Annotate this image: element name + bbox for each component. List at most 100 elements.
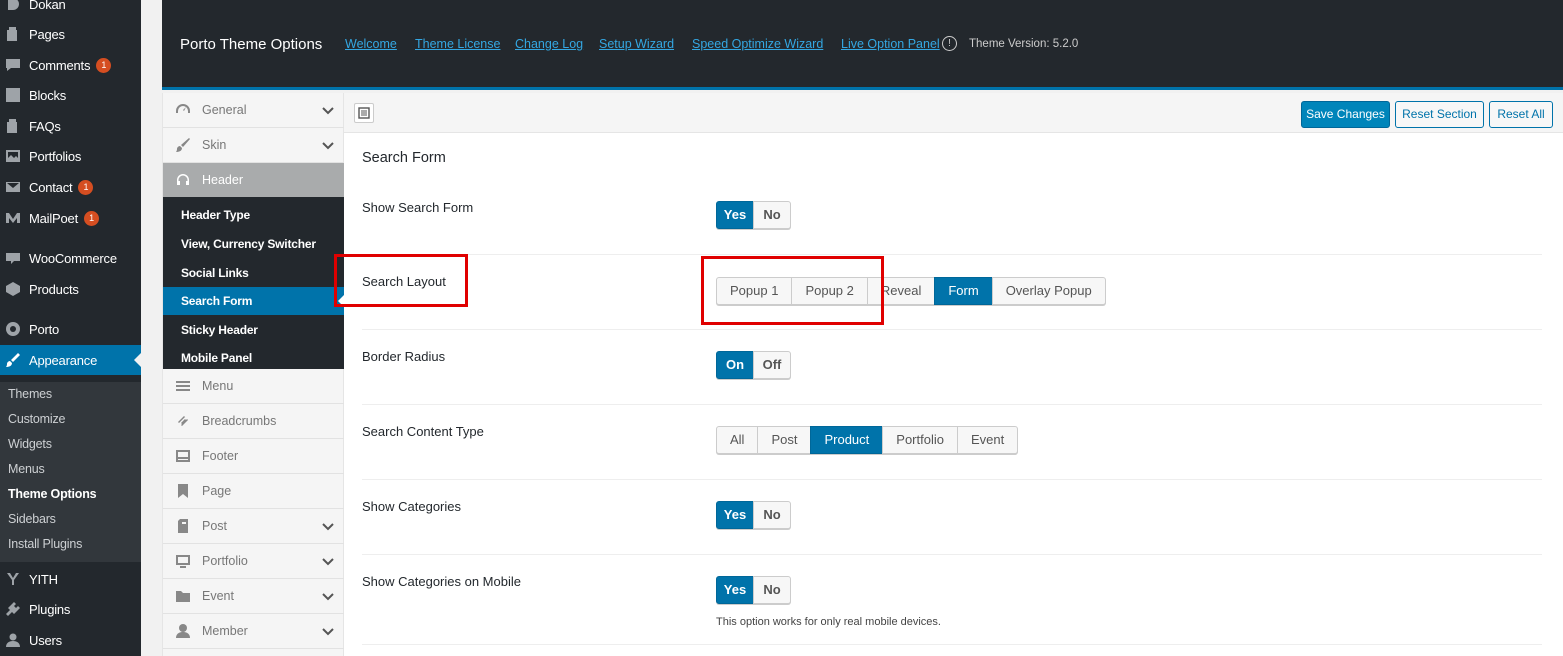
yes-button[interactable]: Yes: [716, 576, 754, 604]
submenu-install-plugins[interactable]: Install Plugins: [8, 537, 82, 551]
wp-menu-label: Dokan: [29, 0, 66, 12]
change-log-link[interactable]: Change Log: [515, 37, 583, 51]
setup-wizard-link[interactable]: Setup Wizard: [599, 37, 674, 51]
pages-icon: [5, 26, 21, 42]
nav-menu[interactable]: Menu: [163, 369, 344, 404]
chevron-down-icon[interactable]: [322, 555, 334, 567]
form-button[interactable]: Form: [934, 277, 993, 305]
blocks-icon: [5, 87, 21, 103]
plugins-icon: [5, 601, 21, 617]
wp-menu-label: WooCommerce: [29, 250, 117, 266]
nav-label: Breadcrumbs: [202, 414, 277, 428]
nav-footer[interactable]: Footer: [163, 439, 344, 474]
mailpoet-count-badge: 1: [83, 210, 99, 226]
reset-section-button[interactable]: Reset Section: [1395, 101, 1484, 128]
link-icon: [174, 412, 192, 430]
nav-post[interactable]: Post: [163, 509, 344, 544]
appearance-icon: [5, 352, 21, 368]
wp-menu-portfolios[interactable]: Portfolios: [0, 141, 141, 171]
welcome-link[interactable]: Welcome: [345, 37, 397, 51]
nav-general[interactable]: General: [163, 93, 344, 128]
post-button[interactable]: Post: [757, 426, 812, 454]
wp-menu-mailpoet[interactable]: MailPoet 1: [0, 203, 141, 233]
subnav-search-form[interactable]: Search Form: [163, 287, 344, 315]
expand-options-icon[interactable]: [354, 103, 374, 123]
submenu-themes[interactable]: Themes: [8, 387, 52, 401]
wp-menu-contact[interactable]: Contact 1: [0, 172, 141, 202]
yes-button[interactable]: Yes: [716, 201, 754, 229]
wp-menu-blocks[interactable]: Blocks: [0, 80, 141, 110]
dokan-icon: [5, 0, 21, 12]
submenu-customize[interactable]: Customize: [8, 412, 65, 426]
submenu-sidebars[interactable]: Sidebars: [8, 512, 56, 526]
nav-page[interactable]: Page: [163, 474, 344, 509]
option-row-show-categories: Show Categories Yes No: [362, 480, 1542, 555]
option-label: Show Categories on Mobile: [362, 574, 521, 589]
wp-menu-woocommerce[interactable]: WooCommerce: [0, 243, 141, 273]
chevron-down-icon[interactable]: [322, 104, 334, 116]
subnav-mobile-panel[interactable]: Mobile Panel: [163, 344, 344, 372]
comments-count-badge: 1: [96, 57, 112, 73]
chevron-down-icon[interactable]: [322, 590, 334, 602]
nav-portfolio[interactable]: Portfolio: [163, 544, 344, 579]
menu-icon: [174, 377, 192, 395]
overlay-popup-button[interactable]: Overlay Popup: [991, 277, 1106, 305]
off-button[interactable]: Off: [753, 351, 791, 379]
all-button[interactable]: All: [716, 426, 759, 454]
wp-menu-products[interactable]: Products: [0, 274, 141, 304]
mailpoet-icon: [5, 210, 21, 226]
wp-menu-porto[interactable]: Porto: [0, 314, 141, 344]
nav-breadcrumbs[interactable]: Breadcrumbs: [163, 404, 344, 439]
save-changes-button[interactable]: Save Changes: [1301, 101, 1390, 128]
options-panel: General Skin Header Header Type View, Cu…: [162, 93, 1563, 656]
subnav-sticky-header[interactable]: Sticky Header: [163, 316, 344, 344]
submenu-theme-options[interactable]: Theme Options: [8, 487, 97, 501]
option-row-show-search-form: Show Search Form Yes No: [362, 183, 1542, 255]
nav-label: Post: [202, 519, 228, 533]
wp-menu-yith[interactable]: YITH: [0, 564, 141, 594]
wp-menu-plugins[interactable]: Plugins: [0, 594, 141, 624]
reset-all-button[interactable]: Reset All: [1489, 101, 1553, 128]
option-row-search-content-type: Search Content Type All Post Product Por…: [362, 405, 1542, 480]
portfolio-button[interactable]: Portfolio: [882, 426, 958, 454]
product-button[interactable]: Product: [810, 426, 884, 454]
option-label: Show Categories: [362, 499, 461, 514]
section-title: Search Form: [362, 150, 446, 166]
chevron-down-icon[interactable]: [322, 520, 334, 532]
subnav-header-type[interactable]: Header Type: [163, 201, 344, 229]
wp-menu-pages[interactable]: Pages: [0, 19, 141, 49]
chevron-down-icon[interactable]: [322, 139, 334, 151]
no-button[interactable]: No: [753, 576, 791, 604]
nav-event[interactable]: Event: [163, 579, 344, 614]
submenu-menus[interactable]: Menus: [8, 462, 45, 476]
chevron-down-icon[interactable]: [322, 625, 334, 637]
nav-skin[interactable]: Skin: [163, 128, 344, 163]
bookmark-icon: [174, 482, 192, 500]
wp-menu-label: Products: [29, 281, 79, 297]
no-button[interactable]: No: [753, 201, 791, 229]
wp-menu-comments[interactable]: Comments 1: [0, 50, 141, 80]
event-button[interactable]: Event: [956, 426, 1019, 454]
wp-menu-dokan[interactable]: Dokan: [0, 0, 141, 19]
yes-button[interactable]: Yes: [716, 501, 754, 529]
subnav-social-links[interactable]: Social Links: [163, 259, 344, 287]
nav-header[interactable]: Header: [163, 163, 344, 198]
no-button[interactable]: No: [753, 501, 791, 529]
nav-member[interactable]: Member: [163, 614, 344, 649]
nav-label: Header: [202, 173, 243, 187]
submenu-widgets[interactable]: Widgets: [8, 437, 52, 451]
wp-menu-label: Portfolios: [29, 148, 82, 164]
live-option-panel-link[interactable]: Live Option Panel: [841, 37, 940, 51]
wp-menu-faqs[interactable]: FAQs: [0, 111, 141, 141]
nav-label: Footer: [202, 449, 239, 463]
on-button[interactable]: On: [716, 351, 754, 379]
wp-menu-users[interactable]: Users: [0, 625, 141, 655]
info-icon[interactable]: !: [942, 36, 957, 51]
wp-menu-appearance[interactable]: Appearance: [0, 345, 141, 375]
appearance-submenu: Themes Customize Widgets Menus Theme Opt…: [0, 382, 141, 562]
woocommerce-icon: [5, 250, 21, 266]
subnav-view-currency-switcher[interactable]: View, Currency Switcher: [163, 230, 344, 258]
speed-optimize-wizard-link[interactable]: Speed Optimize Wizard: [692, 37, 823, 51]
contact-count-badge: 1: [78, 179, 94, 195]
theme-license-link[interactable]: Theme License: [415, 37, 500, 51]
